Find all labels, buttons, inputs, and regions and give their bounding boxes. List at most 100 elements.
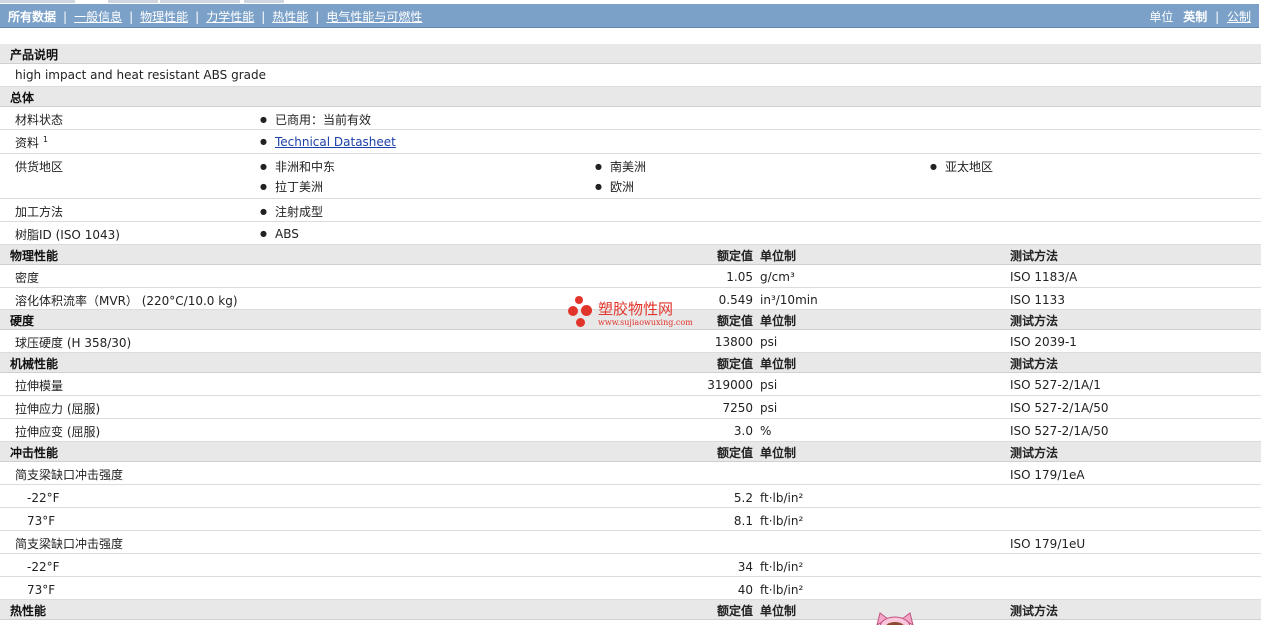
- row-unit: psi: [760, 335, 778, 349]
- section-physical-header: 物理性能 额定值 单位制 测试方法: [0, 245, 1261, 265]
- row-value: 7250: [722, 401, 753, 415]
- section-title: 热性能: [10, 604, 47, 618]
- section-description-header: 产品说明: [0, 44, 1261, 64]
- column-header-method: 测试方法: [1010, 357, 1059, 371]
- row-method: ISO 179/1eA: [1010, 468, 1085, 482]
- watermark-dot: [575, 296, 583, 304]
- section-title: 物理性能: [10, 249, 59, 263]
- unit-metric[interactable]: 公制: [1227, 10, 1251, 24]
- resin-value: ABS: [260, 227, 299, 241]
- row-value: 3.0: [733, 424, 753, 438]
- region-item: 南美洲: [595, 158, 646, 175]
- nav-general-info[interactable]: 一般信息: [74, 8, 122, 25]
- technical-datasheet-link[interactable]: Technical Datasheet: [275, 135, 396, 149]
- row-value: 40: [737, 583, 753, 597]
- column-header-unit: 单位制: [760, 314, 797, 328]
- column-header-method: 测试方法: [1010, 249, 1059, 263]
- datasheet-table: 产品说明 high impact and heat resistant ABS …: [0, 44, 1261, 620]
- category-navbar: 所有数据 | 一般信息 | 物理性能 | 力学性能 | 热性能 | 电气性能与可…: [0, 4, 1259, 28]
- row-label: 密度: [15, 271, 40, 285]
- row-method: ISO 179/1eU: [1010, 537, 1086, 551]
- row-label: 材料状态: [15, 113, 64, 127]
- section-title: 机械性能: [10, 357, 59, 371]
- section-title: 硬度: [10, 314, 35, 328]
- row-label: -22°F: [27, 560, 60, 574]
- section-mechanical-header: 机械性能 额定值 单位制 测试方法: [0, 353, 1261, 373]
- nav-separator: |: [261, 9, 266, 24]
- description-text: high impact and heat resistant ABS grade: [15, 68, 266, 82]
- nav-separator: |: [63, 9, 68, 24]
- row-value: 8.1: [733, 514, 753, 528]
- tab-stub: [108, 0, 158, 3]
- nav-electrical-flammability[interactable]: 电气性能与可燃性: [326, 8, 422, 25]
- row-unit: psi: [760, 401, 778, 415]
- nav-thermal[interactable]: 热性能: [272, 8, 308, 25]
- watermark-title: 塑胶物性网: [598, 300, 674, 318]
- table-row: 73°F 8.1 ft·lb/in²: [0, 508, 1261, 531]
- region-item: 非洲和中东: [260, 158, 335, 175]
- row-unit: ft·lb/in²: [760, 514, 804, 528]
- unit-imperial[interactable]: 英制: [1183, 10, 1207, 24]
- row-method: ISO 527-2/1A/50: [1010, 424, 1109, 438]
- row-label: 简支梁缺口冲击强度: [15, 537, 124, 551]
- unit-label: 单位: [1149, 10, 1174, 24]
- row-method: ISO 1183/A: [1010, 270, 1078, 284]
- region-item: 欧洲: [595, 178, 634, 195]
- row-unit: %: [760, 424, 772, 438]
- row-unit: ft·lb/in²: [760, 560, 804, 574]
- resin-id-row: 树脂ID (ISO 1043) ABS: [0, 222, 1261, 245]
- tab-stub: [160, 0, 240, 3]
- nav-physical[interactable]: 物理性能: [140, 8, 188, 25]
- table-row: 简支梁缺口冲击强度 ISO 179/1eA: [0, 462, 1261, 485]
- processing-method-row: 加工方法 注射成型: [0, 199, 1261, 222]
- row-label: 拉伸应变 (屈服): [15, 425, 101, 439]
- row-unit: ft·lb/in²: [760, 491, 804, 505]
- table-row: 拉伸模量 319000 psi ISO 527-2/1A/1: [0, 373, 1261, 396]
- row-label: 拉伸模量: [15, 379, 64, 393]
- row-method: ISO 1133: [1010, 293, 1065, 307]
- supply-regions-row: 供货地区 非洲和中东 南美洲 亚太地区 拉丁美洲 欧洲: [0, 154, 1261, 199]
- nav-separator: |: [315, 9, 320, 24]
- row-method: ISO 527-2/1A/50: [1010, 401, 1109, 415]
- table-row: 73°F 40 ft·lb/in²: [0, 577, 1261, 600]
- watermark-url: www.sujiaowuxing.com: [598, 318, 693, 327]
- nav-mechanical[interactable]: 力学性能: [206, 8, 254, 25]
- mascot-icon[interactable]: [872, 611, 918, 628]
- nav-all-data[interactable]: 所有数据: [8, 8, 56, 25]
- column-header-unit: 单位制: [760, 357, 797, 371]
- section-impact-header: 冲击性能 额定值 单位制 测试方法: [0, 442, 1261, 462]
- row-value: 34: [737, 560, 753, 574]
- section-general-header: 总体: [0, 87, 1261, 107]
- row-label: 资料 1: [15, 134, 48, 151]
- section-title: 总体: [10, 91, 35, 105]
- column-header-value: 额定值: [716, 446, 753, 460]
- row-value: 13800: [714, 335, 753, 349]
- tab-stub: [244, 0, 284, 3]
- tab-stub: [0, 0, 75, 3]
- description-row: high impact and heat resistant ABS grade: [0, 64, 1261, 87]
- row-label: 球压硬度 (H 358/30): [15, 336, 132, 350]
- row-label: 拉伸应力 (屈服): [15, 402, 101, 416]
- row-value: 319000: [707, 378, 753, 392]
- nav-separator: |: [195, 9, 200, 24]
- row-label: 溶化体积流率（MVR） (220°C/10.0 kg): [15, 294, 238, 308]
- table-row: 拉伸应变 (屈服) 3.0 % ISO 527-2/1A/50: [0, 419, 1261, 442]
- column-header-unit: 单位制: [760, 249, 797, 263]
- section-title: 冲击性能: [10, 446, 59, 460]
- row-label: 简支梁缺口冲击强度: [15, 468, 124, 482]
- row-unit: ft·lb/in²: [760, 583, 804, 597]
- column-header-method: 测试方法: [1010, 314, 1059, 328]
- row-label: 供货地区: [15, 160, 64, 174]
- row-label: -22°F: [27, 491, 60, 505]
- column-header-value: 额定值: [716, 604, 753, 618]
- region-item: 亚太地区: [930, 158, 993, 175]
- row-method: ISO 2039-1: [1010, 335, 1077, 349]
- status-value: 已商用：当前有效: [260, 111, 371, 128]
- row-value: 1.05: [726, 270, 753, 284]
- column-header-method: 测试方法: [1010, 604, 1059, 618]
- category-nav: 所有数据 | 一般信息 | 物理性能 | 力学性能 | 热性能 | 电气性能与可…: [8, 8, 422, 25]
- section-title: 产品说明: [10, 48, 59, 62]
- watermark-dot: [568, 306, 578, 316]
- row-label: 加工方法: [15, 205, 64, 219]
- table-row: 拉伸应力 (屈服) 7250 psi ISO 527-2/1A/50: [0, 396, 1261, 419]
